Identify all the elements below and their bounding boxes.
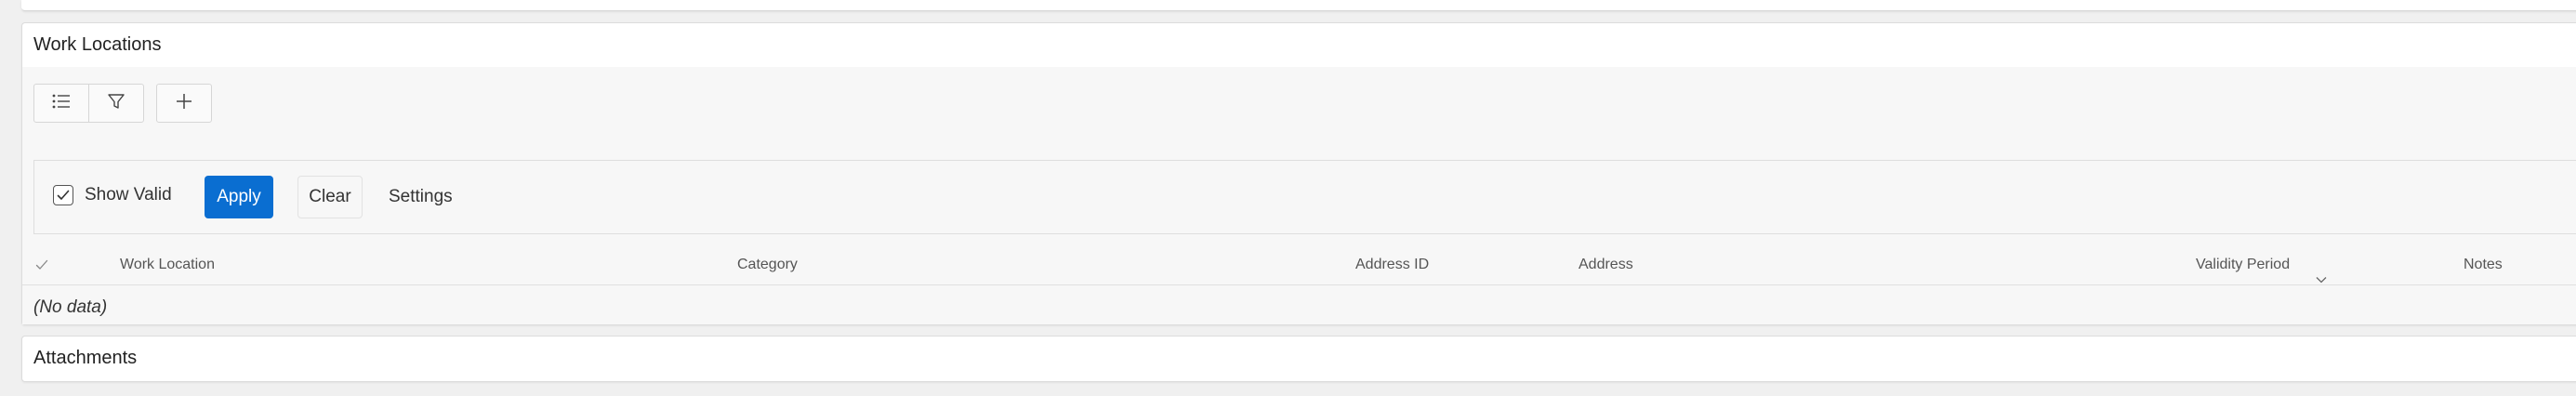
column-header-address[interactable]: Address xyxy=(1579,257,1633,273)
add-toolbar-group xyxy=(156,84,212,123)
settings-button[interactable]: Settings xyxy=(383,176,458,218)
previous-section-card xyxy=(21,0,2576,11)
column-header-notes[interactable]: Notes xyxy=(2464,257,2503,273)
filter-bar: Show Valid Apply Clear Settings xyxy=(33,160,2576,234)
table-header: Work Location Category Address ID Addres… xyxy=(22,244,2576,285)
column-header-validity-period[interactable]: Validity Period xyxy=(2196,257,2290,273)
show-valid-checkbox[interactable] xyxy=(53,185,73,205)
attachments-title: Attachments xyxy=(33,348,138,368)
clear-button[interactable]: Clear xyxy=(297,176,363,218)
work-locations-body: Show Valid Apply Clear Settings Work Loc… xyxy=(22,67,2576,324)
sort-descending-icon xyxy=(2316,271,2327,288)
column-header-work-location[interactable]: Work Location xyxy=(120,257,215,273)
column-header-address-id[interactable]: Address ID xyxy=(1355,257,1429,273)
work-locations-title: Work Locations xyxy=(33,34,162,55)
filter-button[interactable] xyxy=(88,85,143,122)
filter-icon xyxy=(107,92,125,115)
attachments-section: Attachments xyxy=(21,336,2576,382)
work-locations-section: Work Locations Show Valid Apply Clear Se… xyxy=(21,22,2576,325)
column-header-category[interactable]: Category xyxy=(737,257,798,273)
checkmark-icon xyxy=(57,190,70,200)
select-all-check-icon[interactable] xyxy=(35,258,48,275)
apply-button[interactable]: Apply xyxy=(205,176,273,218)
list-icon xyxy=(52,94,71,113)
show-valid-label: Show Valid xyxy=(85,185,172,205)
no-data-message: (No data) xyxy=(33,297,108,317)
show-valid-toggle[interactable]: Show Valid xyxy=(53,185,172,205)
plus-icon xyxy=(175,92,193,115)
list-view-button[interactable] xyxy=(34,85,88,122)
view-toolbar-group xyxy=(33,84,144,123)
add-button[interactable] xyxy=(157,85,211,122)
